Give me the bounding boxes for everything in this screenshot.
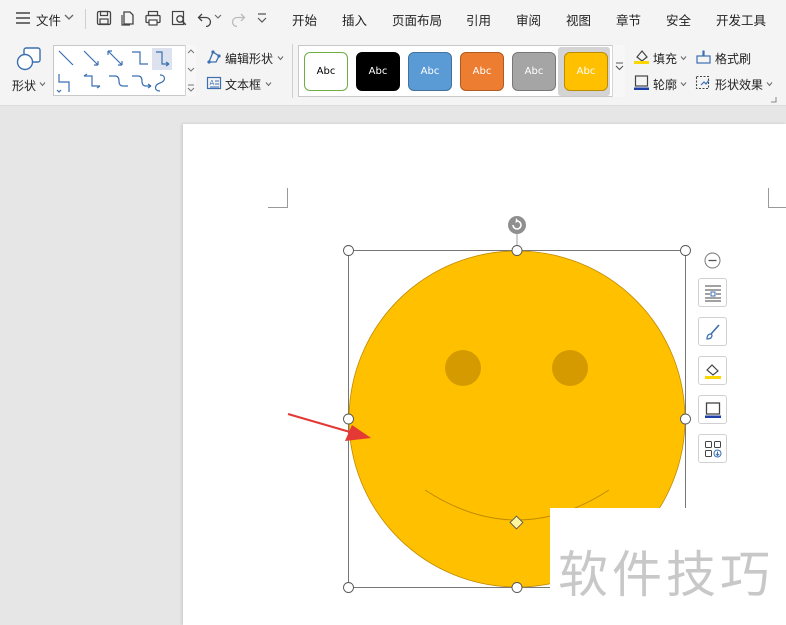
shape-style-button[interactable] xyxy=(698,317,727,346)
shape-fill-button[interactable] xyxy=(698,356,727,385)
more-tools-button[interactable] xyxy=(698,434,727,463)
resize-handle-e[interactable] xyxy=(680,413,691,425)
fill-bucket-icon xyxy=(705,364,721,379)
resize-handle-s[interactable] xyxy=(511,582,523,593)
text-wrap-icon xyxy=(705,285,721,302)
resize-handle-nw[interactable] xyxy=(343,245,354,256)
layout-options-button[interactable] xyxy=(698,278,727,307)
outline-icon xyxy=(705,402,721,418)
collapse-toolbar-icon[interactable] xyxy=(704,252,721,269)
resize-handle-ne[interactable] xyxy=(680,245,691,256)
shape-outline-button[interactable] xyxy=(698,395,727,424)
resize-handle-sw[interactable] xyxy=(343,582,354,593)
watermark-text: 软件技巧 xyxy=(558,546,774,604)
right-eye xyxy=(552,350,588,386)
left-eye xyxy=(445,350,481,386)
resize-handle-w[interactable] xyxy=(343,413,354,425)
resize-handle-n[interactable] xyxy=(511,245,523,256)
brush-icon xyxy=(706,324,720,340)
rotate-handle-icon[interactable] xyxy=(508,216,526,234)
app-grid-icon xyxy=(705,441,722,458)
